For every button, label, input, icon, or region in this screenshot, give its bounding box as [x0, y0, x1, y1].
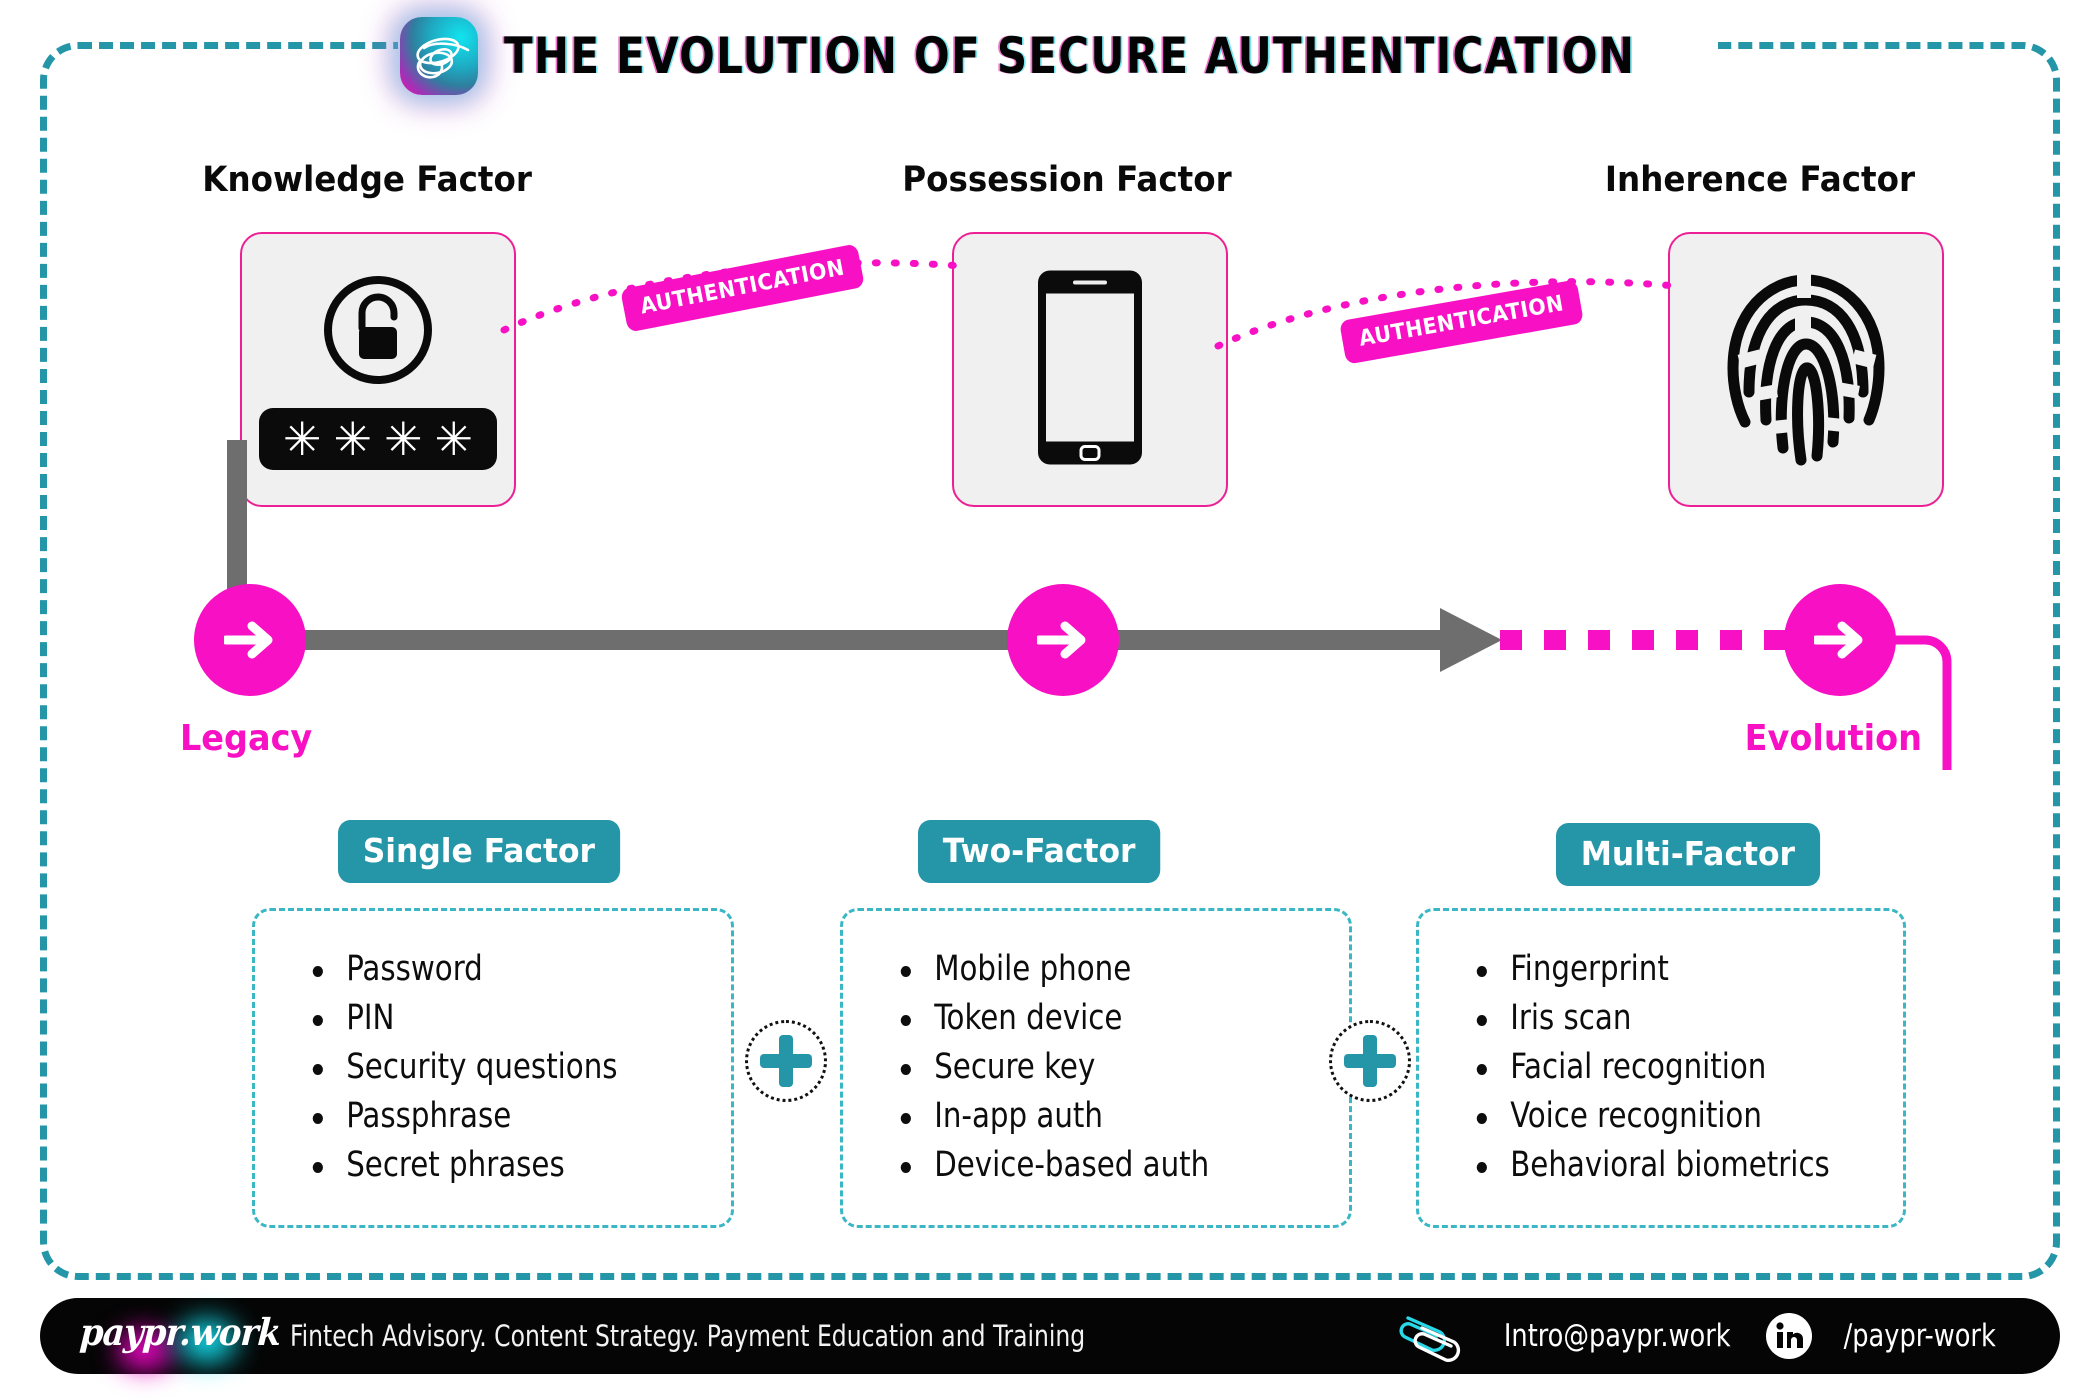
- paypr-work-scribble-logo-icon: [400, 17, 478, 95]
- tier-list-multi-factor: Fingerprint Iris scan Facial recognition…: [1416, 908, 1906, 1228]
- tier-badge-multi-factor: Multi-Factor: [1556, 823, 1820, 886]
- list-item: Voice recognition: [1473, 1092, 1845, 1141]
- arrow-right-icon: [224, 621, 273, 659]
- arrow-right-icon: [1037, 621, 1086, 659]
- list-item: Mobile phone: [897, 945, 1289, 994]
- list-item: Secure key: [897, 1043, 1289, 1092]
- footer-wordmark-text: paypr.work: [78, 1310, 282, 1354]
- list-item: Behavioral biometrics: [1473, 1141, 1845, 1190]
- footer-tagline: Fintech Advisory. Content Strategy. Paym…: [290, 1319, 1086, 1353]
- paperclip-icon: [1399, 1316, 1461, 1362]
- plus-icon: [1329, 1020, 1411, 1102]
- header: THE EVOLUTION OF SECURE AUTHENTICATION: [400, 16, 1851, 96]
- arrow-right-icon: [1814, 621, 1863, 659]
- tier-badge-two-factor: Two-Factor: [918, 820, 1161, 883]
- timeline-label-legacy: Legacy: [179, 718, 313, 759]
- list-item: Secret phrases: [309, 1141, 674, 1190]
- factor-heading-knowledge: Knowledge Factor: [202, 160, 532, 200]
- plus-bar-vertical: [1363, 1035, 1377, 1087]
- footer-contact-group: Intro@paypr.work /paypr-work: [1396, 1310, 2002, 1362]
- footer-linkedin-handle[interactable]: /paypr-work: [1843, 1318, 1995, 1354]
- list-item: Token device: [897, 994, 1289, 1043]
- list-item: Device-based auth: [897, 1141, 1289, 1190]
- tier-list-two-factor: Mobile phone Token device Secure key In-…: [840, 908, 1352, 1228]
- list-item: In-app auth: [897, 1092, 1289, 1141]
- linkedin-icon[interactable]: [1765, 1312, 1813, 1360]
- list-item: PIN: [309, 994, 674, 1043]
- list-item: Facial recognition: [1473, 1043, 1845, 1092]
- list-item: Fingerprint: [1473, 945, 1845, 994]
- factor-heading-possession: Possession Factor: [902, 160, 1232, 200]
- timeline-node-middle[interactable]: [1007, 584, 1119, 696]
- timeline-node-evolution[interactable]: [1784, 584, 1896, 696]
- timeline-label-evolution: Evolution: [1744, 718, 1922, 759]
- plus-bar-vertical: [779, 1035, 793, 1087]
- factor-heading-inherence: Inherence Factor: [1604, 160, 1916, 200]
- timeline-node-legacy[interactable]: [194, 584, 306, 696]
- list-item: Password: [309, 945, 674, 994]
- footer-bar: paypr.work Fintech Advisory. Content Str…: [40, 1298, 2060, 1374]
- list-item: Passphrase: [309, 1092, 674, 1141]
- list-item: Security questions: [309, 1043, 674, 1092]
- plus-icon: [745, 1020, 827, 1102]
- paypr-work-wordmark-logo: paypr.work: [79, 1306, 282, 1370]
- open-padlock-icon: [314, 266, 442, 399]
- tier-badge-single-factor: Single Factor: [338, 820, 620, 883]
- tier-list-single-factor: Password PIN Security questions Passphra…: [252, 908, 734, 1228]
- list-item: Iris scan: [1473, 994, 1845, 1043]
- footer-email[interactable]: Intro@paypr.work: [1504, 1318, 1731, 1354]
- page-title: THE EVOLUTION OF SECURE AUTHENTICATION: [504, 27, 1636, 85]
